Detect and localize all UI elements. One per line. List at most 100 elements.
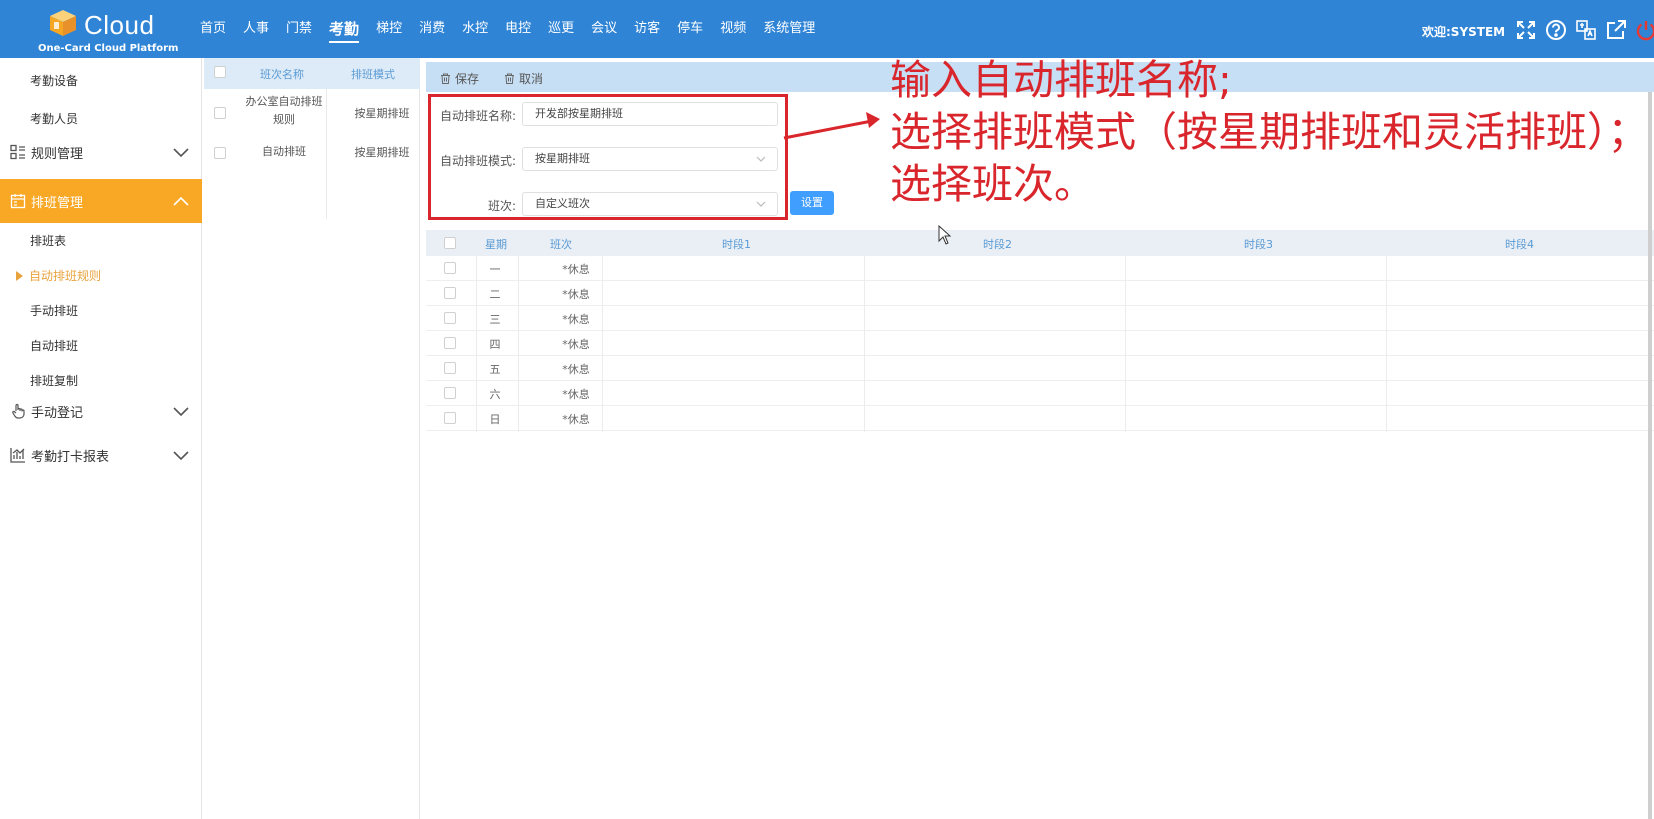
nav-item[interactable]: 消费 [419,0,445,58]
nav-item[interactable]: 巡更 [548,0,574,58]
header-period-2: 时段2 [983,238,1012,251]
weekday-cell: 日 [489,413,501,426]
nav-item[interactable]: 系统管理 [763,0,815,58]
col-divider [1386,256,1387,432]
select-all-checkbox[interactable] [214,66,226,78]
col-divider [518,256,519,432]
sidebar-item-manual-schedule[interactable]: 手动排班 [30,302,78,319]
sidebar-group-report[interactable]: 考勤打卡报表 [0,433,202,477]
table-row[interactable]: 六 *休息 [426,381,1654,406]
row-checkbox[interactable] [214,147,226,159]
scrollbar[interactable] [1648,92,1652,819]
auto-schedule-name-input[interactable]: 开发部按星期排班 [522,102,778,126]
set-button[interactable]: 设置 [790,191,834,215]
cancel-button[interactable]: 取消 [504,70,543,87]
external-link-icon[interactable] [1604,18,1628,42]
list-item[interactable]: 办公室自动排班 规则 按星期排班 [204,89,420,139]
annotation-arrow-icon [783,112,880,140]
header-period-3: 时段3 [1244,238,1273,251]
auto-schedule-mode-select[interactable]: 按星期排班 [522,147,778,171]
save-button[interactable]: 保存 [440,70,479,87]
col-divider [864,256,865,432]
sidebar-item-schedule-copy[interactable]: 排班复制 [30,372,78,389]
chevron-down-icon [173,148,189,158]
table-row[interactable]: 四 *休息 [426,331,1654,356]
top-bar: Cloud One-Card Cloud Platform 首页 人事 门禁 考勤 梯控… [0,0,1654,58]
translate-icon[interactable] [1574,18,1598,42]
nav-item[interactable]: 考勤 [329,0,360,58]
row-checkbox[interactable] [444,387,456,399]
annotation-line-2: 选择排班模式（按星期排班和灵活排班）； [890,108,1649,156]
select-all-checkbox[interactable] [444,237,456,249]
sidebar-item-attendance-device[interactable]: 考勤设备 [30,72,78,89]
help-icon[interactable] [1544,18,1568,42]
list-item[interactable]: 自动排班 按星期排班 [204,143,420,173]
nav-item[interactable]: 会议 [591,0,617,58]
row-checkbox[interactable] [444,362,456,374]
row-checkbox[interactable] [444,337,456,349]
sidebar-group-schedule[interactable]: 排班管理 [0,179,202,223]
logo[interactable]: Cloud One-Card Cloud Platform [38,6,188,56]
table-row[interactable]: 二 *休息 [426,281,1654,306]
nav-item[interactable]: 门禁 [286,0,312,58]
shift-cell: *休息 [562,338,590,351]
mouse-cursor-icon [938,225,952,245]
chevron-up-icon [173,196,189,206]
sidebar: 考勤设备 考勤人员 规则管理 排班管理 排班表 自动排班规则 手动排班 自动排班… [0,58,202,819]
chart-icon [9,446,27,464]
save-label: 保存 [455,72,480,86]
nav-item[interactable]: 电控 [505,0,531,58]
header-shift: 班次 [550,238,572,251]
top-icons [1514,18,1654,42]
nav-item[interactable]: 梯控 [376,0,402,58]
fullscreen-icon[interactable] [1514,18,1538,42]
list-item-name: 办公室自动排班 规则 [234,93,334,129]
sidebar-item-auto-schedule[interactable]: 自动排班 [30,337,78,354]
sidebar-item-schedule-table[interactable]: 排班表 [30,232,66,249]
weekday-cell: 二 [489,288,501,301]
sidebar-group-manual-register[interactable]: 手动登记 [0,389,202,433]
shift-cell: *休息 [562,413,590,426]
shift-cell: *休息 [562,313,590,326]
schedule-table-header: 星期 班次 时段1 时段2 时段3 时段4 [426,230,1654,256]
table-row[interactable]: 日 *休息 [426,406,1654,431]
rule-list-header: 班次名称 排班模式 [204,58,420,89]
shift-cell: *休息 [562,363,590,376]
row-checkbox[interactable] [214,107,226,119]
nav-item[interactable]: 视频 [720,0,746,58]
sidebar-item-attendance-staff[interactable]: 考勤人员 [30,110,78,127]
list-item-name-line2: 规则 [273,113,295,126]
shift-select[interactable]: 自定义班次 [522,192,778,216]
weekday-cell: 一 [489,263,501,276]
welcome-text: 欢迎:SYSTEM [1422,25,1506,39]
sidebar-group-rules[interactable]: 规则管理 [0,130,202,174]
row-checkbox[interactable] [444,262,456,274]
shift-cell: *休息 [562,288,590,301]
weekday-cell: 五 [489,363,501,376]
auto-schedule-name-label: 自动排班名称: [439,109,516,123]
row-checkbox[interactable] [444,287,456,299]
col-divider [1125,256,1126,432]
chevron-down-icon [756,201,766,207]
logo-cube-icon [50,10,76,36]
table-row[interactable]: 五 *休息 [426,356,1654,381]
power-icon[interactable] [1634,18,1654,42]
nav-item[interactable]: 访客 [634,0,660,58]
header-weekday: 星期 [485,238,507,251]
sidebar-group-manual-label: 手动登记 [31,405,84,421]
annotation-line-1: 输入自动排班名称; [890,56,1232,104]
table-row[interactable]: 一 *休息 [426,256,1654,281]
col-divider [476,256,477,432]
row-checkbox[interactable] [444,312,456,324]
sidebar-item-auto-schedule-rules[interactable]: 自动排班规则 [16,267,101,284]
nav-item[interactable]: 停车 [677,0,703,58]
row-checkbox[interactable] [444,412,456,424]
sidebar-group-rules-label: 规则管理 [31,146,84,162]
table-row[interactable]: 三 *休息 [426,306,1654,331]
sidebar-group-schedule-label: 排班管理 [31,195,84,211]
nav-item[interactable]: 水控 [462,0,488,58]
nav-item[interactable]: 首页 [200,0,226,58]
header-period-1: 时段1 [722,238,751,251]
nav-item[interactable]: 人事 [243,0,269,58]
current-marker-icon [16,270,23,281]
